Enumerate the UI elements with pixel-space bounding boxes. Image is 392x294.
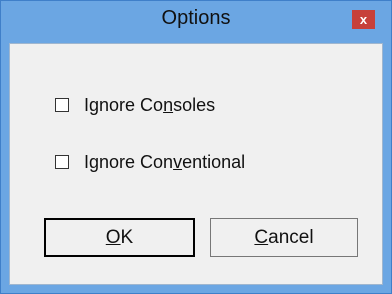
ignore-consoles-label: Ignore Consoles <box>84 94 216 115</box>
ignore-conventional-label: Ignore Conventional <box>84 151 246 172</box>
title-bar[interactable]: Options x <box>1 1 391 35</box>
ignore-conventional-checkbox[interactable] <box>55 155 69 169</box>
ignore-consoles-option[interactable]: Ignore Consoles <box>55 94 215 116</box>
cancel-button-label: Cancel <box>254 226 314 248</box>
options-dialog: Options x Ignore Consoles Ignore Convent… <box>0 0 392 294</box>
dialog-body: Ignore Consoles Ignore Conventional OK C… <box>9 43 383 285</box>
close-button[interactable]: x <box>352 10 375 29</box>
close-icon: x <box>359 12 368 27</box>
ignore-consoles-checkbox[interactable] <box>55 98 69 112</box>
ignore-conventional-option[interactable]: Ignore Conventional <box>55 151 245 173</box>
ok-button[interactable]: OK <box>44 218 195 257</box>
ok-button-label: OK <box>105 226 134 248</box>
cancel-button[interactable]: Cancel <box>210 218 358 257</box>
window-title: Options <box>161 7 231 29</box>
